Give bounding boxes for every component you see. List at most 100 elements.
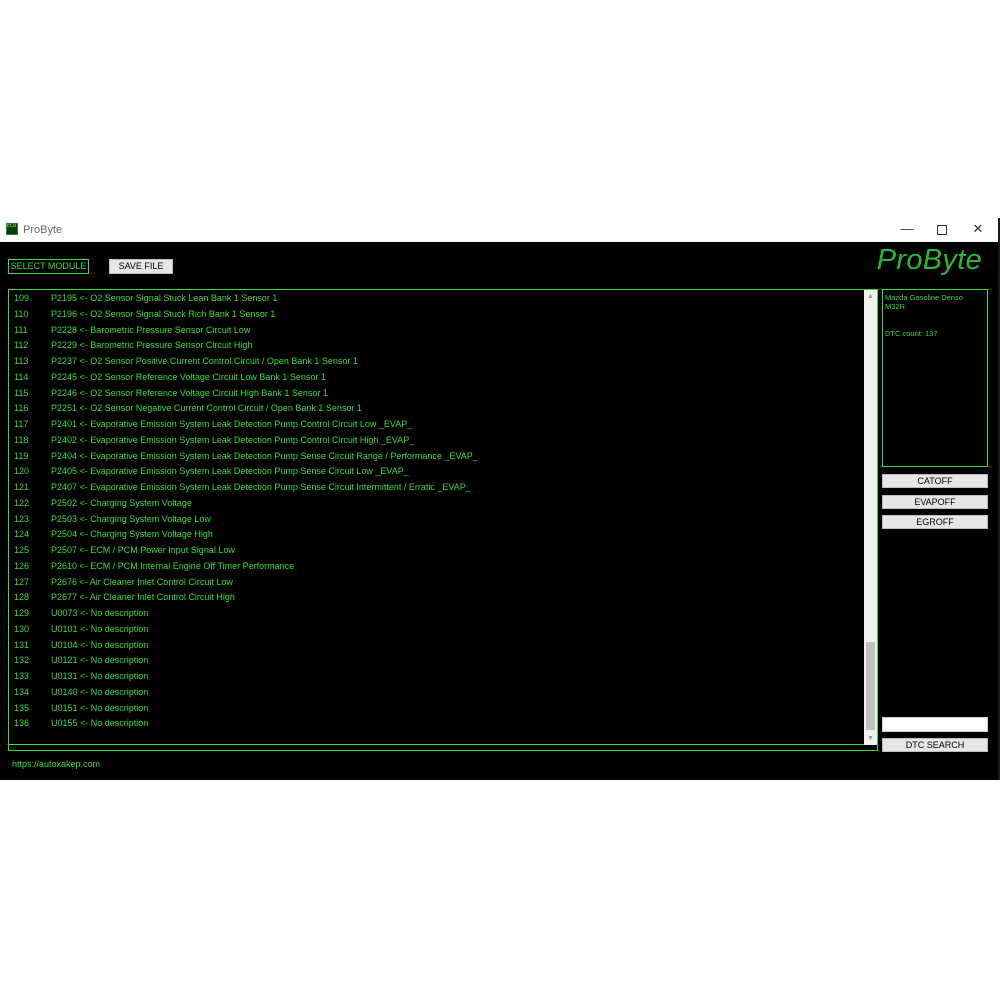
dtc-item-number: 115 xyxy=(14,387,29,398)
dtc-item-text: U0073 <- No description xyxy=(51,608,149,618)
dtc-item-text: P2228 <- Barometric Pressure Sensor Circ… xyxy=(51,324,251,335)
dtc-list-item[interactable]: 127 P2676 <- Air Cleaner Inlet Control Ci… xyxy=(9,575,859,591)
dtc-item-number: 135 xyxy=(14,702,30,713)
dtc-item-text: P2676 <- Air Cleaner Inlet Control Circu… xyxy=(51,576,233,587)
dtc-item-number: 132 xyxy=(14,655,30,666)
egroff-button[interactable]: EGROFF xyxy=(882,515,988,529)
dtc-item-text: U0131 <- No description xyxy=(51,671,149,681)
dtc-list-item[interactable]: 118 P2402 <- Evaporative Emission System … xyxy=(9,433,859,449)
dtc-item-text: P2195 <- O2 Sensor Signal Stuck Lean Ban… xyxy=(51,293,278,303)
dtc-item-number: 112 xyxy=(14,340,29,351)
dtc-item-text: P2407 <- Evaporative Emission System Lea… xyxy=(51,482,471,492)
dtc-item-number: 136 xyxy=(14,718,30,729)
dtc-list-item[interactable]: 121 P2407 <- Evaporative Emission System … xyxy=(9,480,859,496)
dtc-list-item[interactable]: 133 U0131 <- No description xyxy=(9,669,859,685)
dtc-list-item[interactable]: 134 U0140 <- No description xyxy=(9,685,859,701)
dtc-item-number: 126 xyxy=(14,560,30,571)
dtc-item-number: 133 xyxy=(14,671,30,681)
dtc-list-item[interactable]: 123 P2503 <- Charging System Voltage Low xyxy=(9,512,859,528)
dtc-list-item[interactable]: 116 P2251 <- O2 Sensor Negative Current C… xyxy=(9,401,859,417)
dtc-list-item[interactable]: 129 U0073 <- No description xyxy=(9,606,859,622)
dtc-item-number: 116 xyxy=(14,403,29,414)
dtc-list-item[interactable]: 114 P2245 <- O2 Sensor Reference Voltage … xyxy=(9,370,859,386)
dtc-list-panel[interactable]: 109 P2195 <- O2 Sensor Signal Stuck Lean … xyxy=(8,289,878,751)
dtc-item-text: U0140 <- No description xyxy=(51,686,149,697)
dtc-item-text: P2402 <- Evaporative Emission System Lea… xyxy=(51,434,415,445)
dtc-search-input[interactable] xyxy=(882,717,988,732)
close-icon: ✕ xyxy=(972,221,984,236)
dtc-list-item[interactable]: 126 P2610 <- ECM / PCM Internal Engine Of… xyxy=(9,559,859,575)
dtc-item-number: 121 xyxy=(14,482,30,492)
dtc-list-item[interactable]: 109 P2195 <- O2 Sensor Signal Stuck Lean … xyxy=(9,291,859,307)
dtc-count: DTC count: 137 xyxy=(885,329,938,338)
dtc-item-text: U0155 <- No description xyxy=(51,718,149,729)
dtc-item-text: U0121 <- No description xyxy=(51,655,149,666)
dtc-list-item[interactable]: 113 P2237 <- O2 Sensor Positive Current C… xyxy=(9,354,859,370)
window-title: ProByte xyxy=(23,224,63,236)
dtc-search-button[interactable]: DTC SEARCH xyxy=(882,738,988,752)
dtc-item-number: 130 xyxy=(14,623,30,634)
module-name: Mazda Gasoline Denso xyxy=(885,293,963,302)
dtc-item-text: U0101 <- No description xyxy=(51,623,149,634)
close-button[interactable]: ✕ xyxy=(960,218,996,242)
dtc-list-item[interactable]: 128 P2677 <- Air Cleaner Inlet Control Ci… xyxy=(9,590,859,606)
dtc-list-item[interactable]: 111 P2228 <- Barometric Pressure Sensor C… xyxy=(9,323,859,339)
dtc-list-item[interactable]: 120 P2405 <- Evaporative Emission System … xyxy=(9,464,859,480)
dtc-list-item[interactable]: 122 P2502 <- Charging System Voltage xyxy=(9,496,859,512)
dtc-item-number: 123 xyxy=(14,513,30,524)
dtc-item-number: 117 xyxy=(14,419,29,429)
scroll-down-arrow-icon[interactable]: ▼ xyxy=(864,732,877,745)
module-info-panel: Mazda Gasoline Denso M32R DTC count: 137 xyxy=(882,289,988,467)
dtc-list-item[interactable]: 130 U0101 <- No description xyxy=(9,622,859,638)
dtc-item-text: P2401 <- Evaporative Emission System Lea… xyxy=(51,419,413,429)
save-file-button[interactable]: SAVE FILE xyxy=(109,259,173,274)
dtc-item-text: P2404 <- Evaporative Emission System Lea… xyxy=(51,450,478,461)
dtc-item-number: 124 xyxy=(14,529,30,540)
maximize-icon xyxy=(937,225,947,235)
dtc-list-item[interactable]: 124 P2504 <- Charging System Voltage High xyxy=(9,527,859,543)
dtc-list-item[interactable]: 117 P2401 <- Evaporative Emission System … xyxy=(9,417,859,433)
dtc-item-text: P2251 <- O2 Sensor Negative Current Cont… xyxy=(51,403,362,414)
vertical-scrollbar[interactable]: ▲ ▼ xyxy=(864,290,877,745)
minimize-button[interactable]: — xyxy=(889,218,925,242)
scroll-thumb[interactable] xyxy=(866,642,875,730)
scroll-up-arrow-icon[interactable]: ▲ xyxy=(864,290,877,303)
status-url-link[interactable]: https://autoxakep.com xyxy=(12,759,100,769)
dtc-item-text: P2246 <- O2 Sensor Reference Voltage Cir… xyxy=(51,387,328,398)
dtc-list-item[interactable]: 110 P2196 <- O2 Sensor Signal Stuck Rich … xyxy=(9,307,859,323)
dtc-item-text: P2502 <- Charging System Voltage xyxy=(51,497,192,508)
title-bar: ECU ProByte — ✕ xyxy=(0,218,998,242)
list-divider xyxy=(9,744,877,745)
dtc-item-text: U0151 <- No description xyxy=(51,702,149,713)
dtc-item-number: 127 xyxy=(14,576,30,587)
dtc-item-number: 109 xyxy=(14,293,30,303)
minimize-icon: — xyxy=(900,221,914,236)
dtc-item-number: 111 xyxy=(14,324,28,335)
dtc-item-number: 114 xyxy=(14,371,29,382)
select-module-button[interactable]: SELECT MODULE xyxy=(8,259,89,274)
dtc-list-item[interactable]: 119 P2404 <- Evaporative Emission System … xyxy=(9,449,859,465)
dtc-list-item[interactable]: 131 U0104 <- No description xyxy=(9,638,859,654)
dtc-list-item[interactable]: 115 P2246 <- O2 Sensor Reference Voltage … xyxy=(9,386,859,402)
dtc-item-text: P2196 <- O2 Sensor Signal Stuck Rich Ban… xyxy=(51,308,276,319)
dtc-item-text: P2610 <- ECM / PCM Internal Engine Off T… xyxy=(51,560,295,571)
dtc-item-number: 119 xyxy=(14,450,29,461)
app-window: ECU ProByte — ✕ SELECT MODULE SAVE FILE … xyxy=(0,218,1000,780)
dtc-list-item[interactable]: 125 P2507 <- ECM / PCM Power Input Signal… xyxy=(9,543,859,559)
brand-logo: ProByte xyxy=(876,244,982,276)
dtc-list: 109 P2195 <- O2 Sensor Signal Stuck Lean … xyxy=(9,291,859,732)
dtc-list-item[interactable]: 132 U0121 <- No description xyxy=(9,653,859,669)
maximize-button[interactable] xyxy=(924,218,960,242)
module-cpu: M32R xyxy=(885,302,906,311)
dtc-list-item[interactable]: 136 U0155 <- No description xyxy=(9,716,859,732)
evapoff-button[interactable]: EVAPOFF xyxy=(882,495,988,509)
dtc-item-number: 113 xyxy=(14,356,29,366)
dtc-item-number: 129 xyxy=(14,608,30,618)
dtc-item-number: 131 xyxy=(14,639,30,650)
dtc-list-item[interactable]: 112 P2229 <- Barometric Pressure Sensor C… xyxy=(9,338,859,354)
catoff-button[interactable]: CATOFF xyxy=(882,474,988,488)
dtc-item-text: P2507 <- ECM / PCM Power Input Signal Lo… xyxy=(51,545,235,555)
dtc-list-item[interactable]: 135 U0151 <- No description xyxy=(9,701,859,717)
app-icon: ECU xyxy=(6,223,18,235)
